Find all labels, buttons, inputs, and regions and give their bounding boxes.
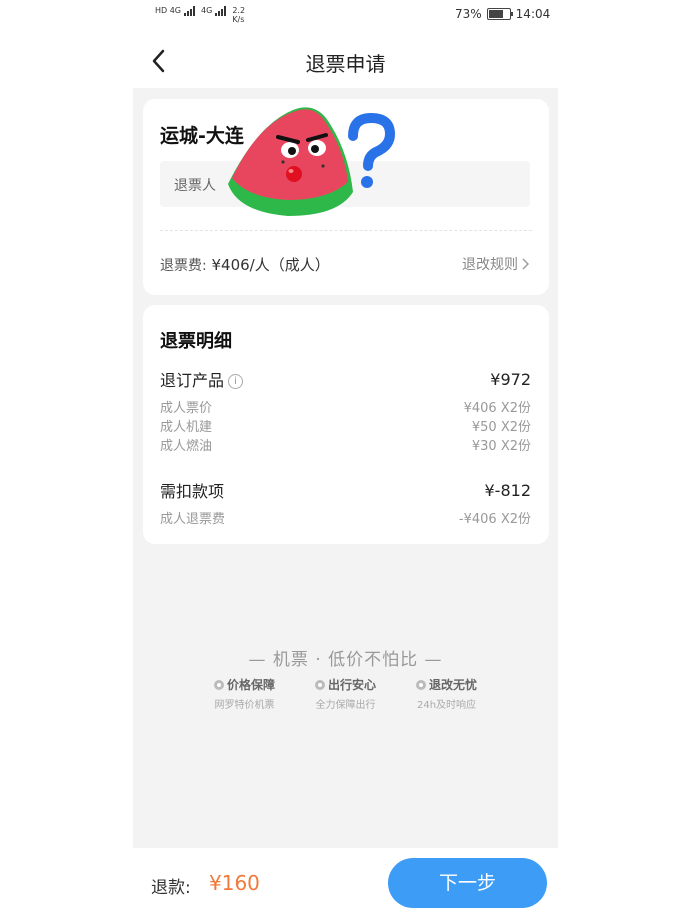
feature-subtitle: 网罗特价机票: [214, 700, 275, 711]
chevron-right-icon: [522, 258, 529, 270]
feature-title: 出行安心: [327, 678, 376, 692]
status-bar: HD 4G 4G 2.2 K/s 73% 14:04: [0, 0, 690, 32]
navigation-bar: 退票申请: [133, 38, 558, 86]
refund-detail-card: 退票明细 退订产品 i ¥972 成人票价 ¥406 X2份 成人机建 ¥50 X…: [143, 305, 549, 544]
passenger-selector[interactable]: 退票人: [160, 161, 530, 207]
deduction-amount: ¥-812: [484, 480, 532, 500]
refund-fee-line: 退票费: ¥406/人（成人）: [160, 254, 330, 275]
item-value: ¥30 X2份: [471, 439, 531, 454]
network-speed: 2.2 K/s: [232, 6, 246, 24]
item-label: 成人票价: [160, 401, 213, 416]
deduction-label: 需扣款项: [160, 482, 225, 501]
signal-icon: [184, 6, 198, 18]
refund-fee-label: 退票费:: [160, 258, 207, 274]
feature-subtitle: 全力保障出行: [315, 700, 376, 711]
refund-rules-link[interactable]: 退改规则: [462, 254, 529, 274]
list-item: 成人票价 ¥406 X2份: [160, 397, 531, 416]
feature-easy-change: 退改无忧 24h及时响应: [416, 676, 477, 711]
promo-slogan: — 机票 · 低价不怕比 —: [248, 650, 443, 670]
status-right: 73% 14:04: [455, 7, 550, 21]
passenger-label: 退票人: [174, 178, 216, 194]
feature-subtitle: 24h及时响应: [416, 700, 477, 711]
refund-amount: ¥160: [209, 871, 260, 895]
ticket-info-card: 运城-大连 退票人 退票费: ¥406/人（成人） 退改规则: [143, 99, 549, 295]
refund-product-row: 退订产品 i ¥972: [160, 367, 531, 391]
signal-icon-2: [215, 6, 229, 18]
refund-fee-value: ¥406/人（成人）: [211, 256, 330, 274]
info-icon[interactable]: i: [228, 374, 244, 389]
next-step-button[interactable]: 下一步: [388, 858, 547, 908]
item-value: ¥50 X2份: [471, 420, 531, 435]
battery-icon: [486, 8, 513, 20]
clock: 14:04: [515, 7, 551, 21]
badge-icon: [314, 679, 325, 690]
refund-product-label-wrap: 退订产品 i: [160, 367, 244, 391]
item-value: -¥406 X2份: [458, 512, 531, 527]
list-item: 成人燃油 ¥30 X2份: [160, 435, 531, 454]
item-label: 成人机建: [160, 420, 213, 435]
badge-icon: [213, 679, 224, 690]
refund-rules-label: 退改规则: [462, 257, 518, 273]
refund-detail-title: 退票明细: [160, 331, 232, 352]
promo-features: 价格保障 网罗特价机票 出行安心 全力保障出行 退改无忧 24h及时响应: [133, 676, 558, 711]
feature-title: 价格保障: [226, 678, 275, 692]
page-title: 退票申请: [305, 52, 386, 76]
bottom-action-bar: 退款: ¥160 下一步: [133, 848, 558, 920]
list-item: 成人机建 ¥50 X2份: [160, 416, 531, 435]
deduction-row: 需扣款项 ¥-812: [160, 478, 531, 502]
item-value: ¥406 X2份: [463, 401, 531, 416]
refund-product-label: 退订产品: [160, 371, 225, 390]
route-title: 运城-大连: [160, 125, 244, 147]
refund-product-amount: ¥972: [490, 369, 531, 389]
battery-percent: 73%: [455, 7, 482, 21]
dashed-divider: [160, 230, 532, 231]
feature-travel-safe: 出行安心 全力保障出行: [314, 676, 376, 711]
feature-title: 退改无忧: [429, 678, 478, 692]
refund-label: 退款:: [151, 878, 191, 898]
network-type-1: HD 4G: [155, 6, 182, 15]
item-label: 成人燃油: [160, 439, 213, 454]
badge-icon: [416, 679, 426, 690]
network-indicators: HD 4G 4G 2.2 K/s: [155, 6, 245, 24]
network-type-2: 4G: [201, 6, 213, 15]
feature-price-guarantee: 价格保障 网罗特价机票: [213, 676, 275, 711]
item-label: 成人退票费: [160, 512, 226, 527]
list-item: 成人退票费 -¥406 X2份: [160, 508, 531, 527]
